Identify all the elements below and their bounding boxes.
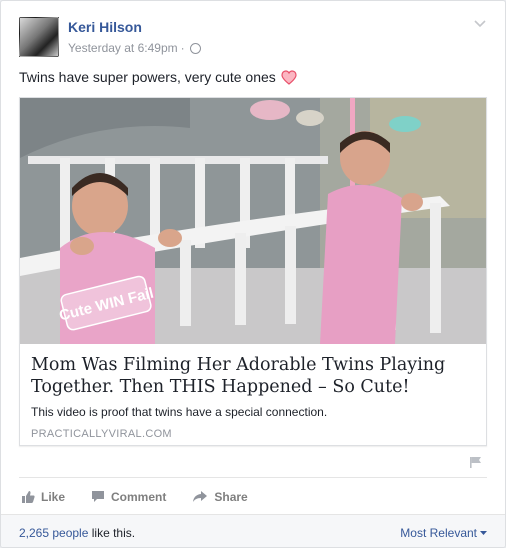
post-meta: Yesterday at 6:49pm · — [68, 41, 201, 55]
post-footer: 2,265 people like this. Most Relevant — [1, 514, 505, 547]
like-label: Like — [41, 489, 66, 504]
share-arrow-icon — [193, 491, 208, 502]
comment-button[interactable]: Comment — [91, 490, 166, 504]
action-bar: Like Comment Share — [19, 477, 487, 515]
twins-crib-image: Cute WIN Fail — [20, 98, 486, 344]
link-title[interactable]: Mom Was Filming Her Adorable Twins Playi… — [31, 354, 475, 398]
meta-separator: · — [180, 41, 185, 55]
share-button[interactable]: Share — [192, 489, 248, 504]
status-text: Twins have super powers, very cute ones — [19, 69, 276, 85]
feed-post: Keri Hilson Yesterday at 6:49pm · Twins … — [0, 0, 506, 548]
likes-suffix: like this. — [88, 526, 136, 540]
thumbs-up-icon — [22, 490, 35, 503]
status-message: Twins have super powers, very cute ones — [19, 69, 297, 85]
comment-sort-dropdown[interactable]: Most Relevant — [400, 526, 487, 540]
comment-label: Comment — [111, 489, 167, 504]
video-thumbnail[interactable]: Cute WIN Fail — [20, 98, 486, 344]
likes-summary[interactable]: 2,265 people like this. — [19, 526, 135, 540]
heart-icon — [281, 69, 297, 85]
link-preview-card[interactable]: Cute WIN Fail Mom Was Filming Her Adorab… — [19, 97, 487, 446]
author-name[interactable]: Keri Hilson — [68, 19, 142, 35]
link-domain: PRACTICALLYVIRAL.COM — [31, 428, 172, 440]
sort-label: Most Relevant — [400, 526, 477, 540]
timestamp[interactable]: Yesterday at 6:49pm — [68, 41, 178, 55]
like-button[interactable]: Like — [21, 490, 65, 504]
avatar[interactable] — [19, 17, 59, 57]
likes-count[interactable]: 2,265 people — [19, 526, 88, 540]
share-label: Share — [214, 489, 248, 504]
globe-icon[interactable] — [189, 42, 201, 54]
chevron-down-icon[interactable] — [473, 19, 487, 29]
link-description: This video is proof that twins have a sp… — [31, 405, 328, 419]
caret-down-icon — [480, 530, 487, 535]
flag-icon[interactable] — [469, 456, 483, 468]
comment-icon — [92, 491, 105, 502]
